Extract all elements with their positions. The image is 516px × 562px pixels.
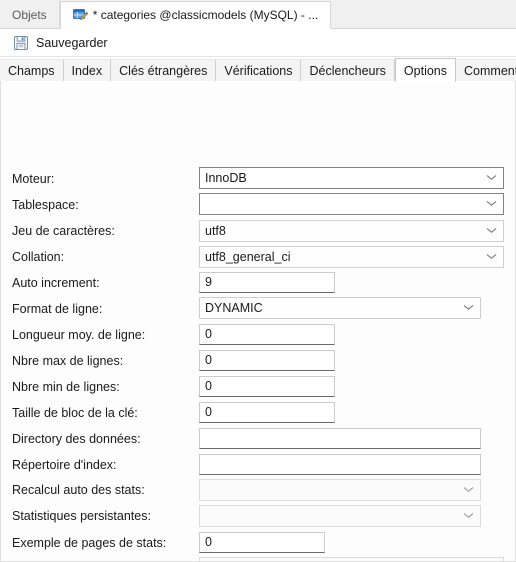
charset-value: utf8 (205, 224, 226, 238)
avg-row-length-input[interactable]: 0 (199, 324, 335, 345)
label-repertoire-d-index: Répertoire d'index: (12, 458, 117, 472)
min-rows-input[interactable]: 0 (199, 376, 335, 397)
data-directory-input[interactable] (199, 428, 481, 449)
window-tab-label: * categories @classicmodels (MySQL) - ..… (92, 8, 319, 22)
chevron-down-icon (464, 487, 473, 493)
stats-sample-pages-value: 0 (205, 535, 212, 549)
tab-commentaire[interactable]: Commentaire (456, 59, 516, 81)
window-tab-categories[interactable]: * categories @classicmodels (MySQL) - ..… (59, 1, 332, 29)
tab-label: Commentaire (464, 64, 516, 78)
stats-sample-pages-input[interactable]: 0 (199, 532, 325, 553)
collation-combobox[interactable]: utf8_general_ci (199, 246, 504, 268)
window-tab-label: Objets (12, 7, 47, 22)
tab-index[interactable]: Index (63, 59, 112, 81)
options-panel: Moteur: InnoDB Tablespace: Jeu de caract… (0, 81, 516, 562)
tab-label: Clés étrangères (119, 64, 208, 78)
chevron-down-icon (487, 228, 496, 234)
chevron-down-icon (487, 254, 496, 260)
row-format-combobox[interactable]: DYNAMIC (199, 297, 481, 319)
window-tab-objets[interactable]: Objets (0, 1, 60, 28)
tab-cles-etrangeres[interactable]: Clés étrangères (111, 59, 217, 81)
label-nbre-min-de-lignes: Nbre min de lignes: (12, 380, 120, 394)
label-auto-increment: Auto increment: (12, 276, 100, 290)
tab-champs[interactable]: Champs (0, 59, 64, 81)
label-exemple-de-pages-de-stats: Exemple de pages de stats: (12, 536, 167, 550)
label-compression: Compression: (12, 556, 89, 561)
save-button-label: Sauvegarder (36, 35, 108, 50)
charset-combobox[interactable]: utf8 (199, 220, 504, 242)
label-jeu-de-caracteres: Jeu de caractères: (12, 224, 115, 238)
floppy-save-icon (13, 35, 29, 51)
tab-options[interactable]: Options (394, 58, 457, 82)
save-button[interactable]: Sauvegarder (9, 33, 112, 53)
max-rows-value: 0 (205, 353, 212, 367)
auto-increment-input[interactable]: 9 (199, 272, 335, 293)
collation-value: utf8_general_ci (205, 250, 291, 264)
tab-declencheurs[interactable]: Déclencheurs (301, 59, 395, 81)
tab-label: Index (71, 64, 103, 78)
label-statistiques-persistantes: Statistiques persistantes: (12, 509, 151, 523)
index-directory-input[interactable] (199, 454, 481, 475)
auto-increment-value: 9 (205, 275, 212, 289)
row-format-value: DYNAMIC (205, 301, 263, 315)
label-directory-des-donnees: Directory des données: (12, 432, 141, 446)
key-block-size-value: 0 (205, 405, 212, 419)
label-collation: Collation: (12, 250, 65, 264)
toolbar: Sauvegarder (0, 29, 516, 57)
chevron-down-icon (487, 175, 496, 181)
tablespace-combobox[interactable] (199, 193, 504, 215)
label-tablespace: Tablespace: (12, 198, 79, 212)
key-block-size-input[interactable]: 0 (199, 402, 335, 423)
table-edit-icon (72, 8, 88, 22)
avg-row-length-value: 0 (205, 327, 212, 341)
compression-combobox[interactable] (199, 557, 504, 561)
moteur-value: InnoDB (205, 171, 247, 185)
options-tab-row: Champs Index Clés étrangères Vérificatio… (0, 57, 516, 82)
tab-label: Déclencheurs (309, 64, 386, 78)
min-rows-value: 0 (205, 379, 212, 393)
max-rows-input[interactable]: 0 (199, 350, 335, 371)
stats-persistent-combobox[interactable] (199, 505, 481, 527)
label-moteur: Moteur: (12, 172, 55, 186)
label-format-de-ligne: Format de ligne: (12, 302, 103, 316)
label-nbre-max-de-lignes: Nbre max de lignes: (12, 354, 124, 368)
tab-verifications[interactable]: Vérifications (216, 59, 302, 81)
chevron-down-icon (464, 305, 473, 311)
chevron-down-icon (487, 201, 496, 207)
moteur-combobox[interactable]: InnoDB (199, 167, 504, 189)
window-tab-strip: Objets * categories @classicmodels (MySQ… (0, 0, 516, 29)
chevron-down-icon (464, 513, 473, 519)
label-longueur-moy-de-ligne: Longueur moy. de ligne: (12, 328, 146, 342)
tab-label: Champs (8, 64, 55, 78)
tab-label: Options (403, 64, 448, 78)
tab-label: Vérifications (224, 64, 293, 78)
label-recalcul-auto-des-stats: Recalcul auto des stats: (12, 483, 145, 497)
stats-auto-recalc-combobox[interactable] (199, 479, 481, 501)
label-taille-de-bloc-de-la-cle: Taille de bloc de la clé: (12, 406, 138, 420)
